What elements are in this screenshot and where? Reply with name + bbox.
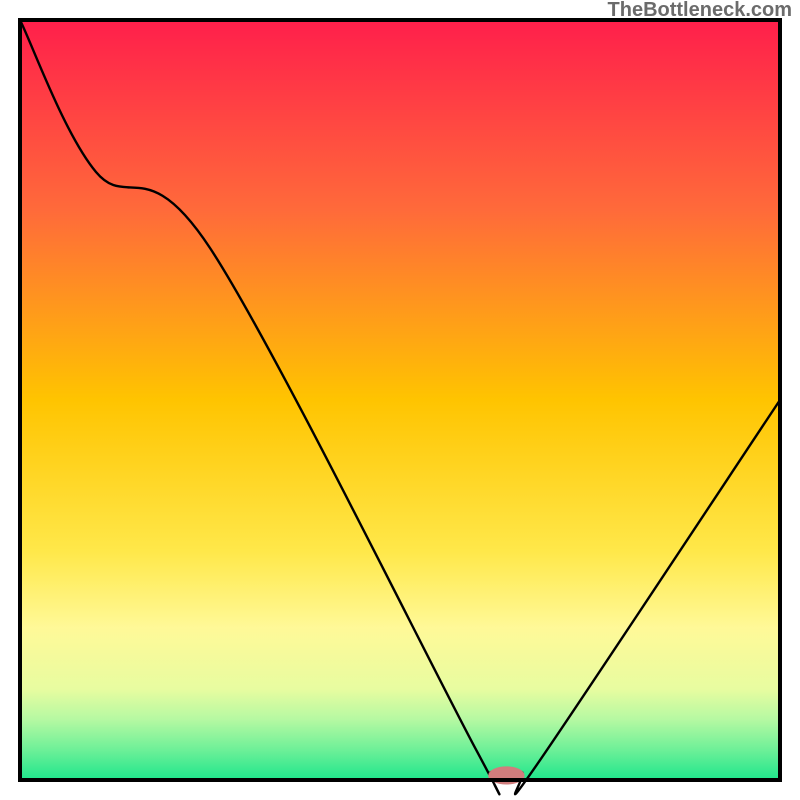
bottleneck-chart: TheBottleneck.com	[0, 0, 800, 800]
watermark-text: TheBottleneck.com	[608, 0, 792, 21]
plot-background	[20, 20, 780, 780]
